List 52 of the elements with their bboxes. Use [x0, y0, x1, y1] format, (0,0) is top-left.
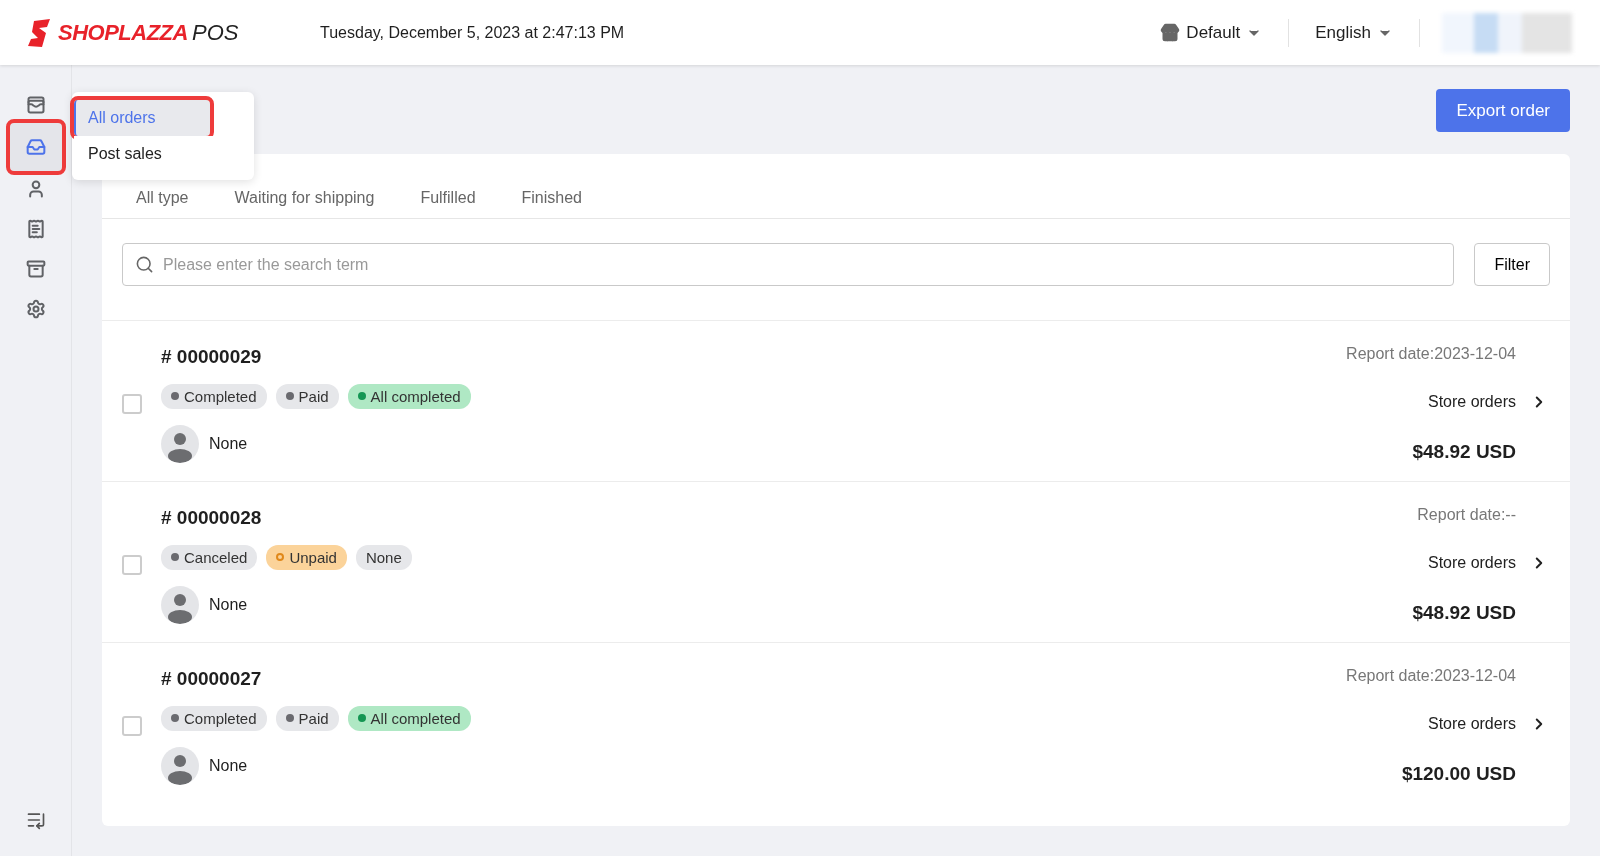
tab[interactable]: Finished — [521, 180, 582, 218]
store-orders-link[interactable]: Store orders — [1427, 715, 1548, 733]
receipt-icon — [25, 219, 46, 239]
customer-name: None — [209, 756, 248, 775]
checkbox[interactable] — [122, 394, 142, 414]
status-tag: Completed — [161, 705, 267, 731]
avatar-icon — [161, 585, 199, 624]
status-tag: Completed — [161, 383, 267, 409]
language-dropdown[interactable]: English — [1289, 18, 1420, 47]
store-orders-link[interactable]: Store orders — [1427, 554, 1548, 572]
order-total: $48.92 USD — [1412, 441, 1516, 463]
status-tag: Canceled — [161, 544, 258, 570]
status-tag: Unpaid — [266, 544, 347, 570]
box-icon — [25, 259, 46, 279]
logo-icon — [28, 18, 52, 47]
export-order-button[interactable]: Export order — [1436, 89, 1570, 132]
avatar-icon — [161, 424, 199, 463]
avatar-icon — [161, 746, 199, 785]
store-orders-link[interactable]: Store orders — [1427, 393, 1548, 411]
order-total: $120.00 USD — [1401, 763, 1516, 785]
customer-name: None — [209, 434, 248, 453]
tab[interactable]: Waiting for shipping — [234, 180, 375, 218]
filter-button[interactable]: Filter — [1474, 243, 1550, 286]
report-date: Report date:2023-12-04 — [1346, 345, 1516, 363]
brand-name: SHOPLAZZA — [58, 19, 188, 46]
order-number: # 00000029 — [161, 345, 263, 368]
tab[interactable]: Fulfilled — [420, 180, 476, 218]
search-field[interactable]: Please enter the search term — [122, 243, 1455, 286]
status-tag: Paid — [275, 705, 339, 731]
settings-icon — [25, 299, 46, 319]
status-tag: All completed — [347, 383, 471, 409]
brand-suffix: POS — [191, 19, 239, 46]
date-time: Tuesday, December 5, 2023 at 2:47:13 PM — [320, 23, 625, 42]
customer-name: None — [209, 595, 248, 614]
tab[interactable]: All type — [136, 180, 189, 218]
inbox-icon — [25, 137, 46, 157]
report-date: Report date:2023-12-04 — [1346, 667, 1516, 685]
search-icon — [135, 255, 154, 274]
order-number: # 00000028 — [161, 506, 263, 529]
checkbox[interactable] — [122, 716, 142, 736]
menu-icon — [25, 810, 46, 830]
order-total: $48.92 USD — [1412, 602, 1516, 624]
status-tag: None — [355, 544, 412, 570]
report-date: Report date:-- — [1417, 506, 1516, 524]
checkbox[interactable] — [122, 555, 142, 575]
status-tag: Paid — [275, 383, 339, 409]
sidebar-item[interactable] — [5, 119, 66, 175]
order-number: # 00000027 — [161, 667, 263, 690]
status-tag: All completed — [347, 705, 471, 731]
expand-menu-button[interactable] — [25, 810, 46, 830]
store-icon — [1160, 22, 1181, 43]
store-dropdown[interactable]: Default — [1134, 18, 1290, 47]
